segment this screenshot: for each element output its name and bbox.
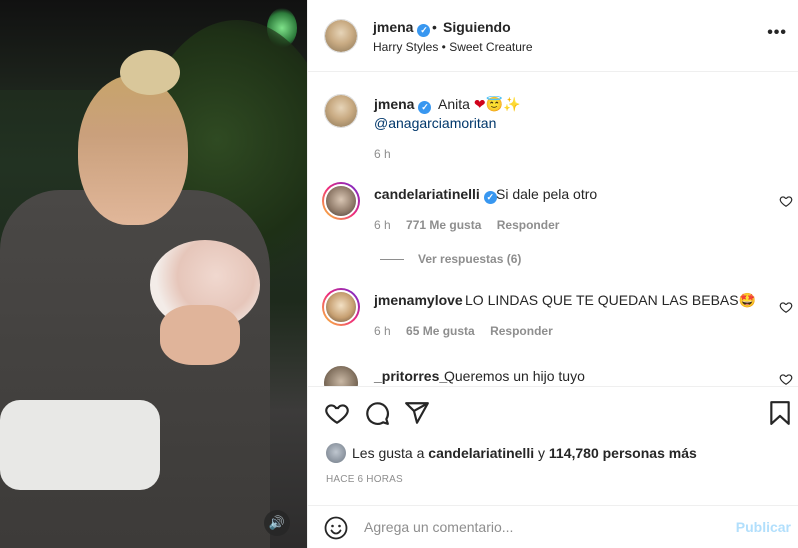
author-username[interactable]: jmena ✓ xyxy=(373,19,431,37)
comment-avatar[interactable] xyxy=(322,364,360,386)
comment-text: Si dale pela otro xyxy=(496,186,598,202)
reply-button[interactable]: Responder xyxy=(490,324,553,338)
audio-toggle-button[interactable]: 🔊 xyxy=(264,510,290,536)
liker-avatar[interactable] xyxy=(326,443,346,463)
emoji-icon[interactable] xyxy=(324,516,348,540)
comment-icon[interactable] xyxy=(364,400,390,426)
comments-list[interactable]: jmena ✓ Anita ❤😇✨ @anagarciamoritan 6 h c… xyxy=(308,72,798,386)
share-icon[interactable] xyxy=(404,400,430,426)
verified-badge-icon: ✓ xyxy=(483,191,497,204)
view-replies-button[interactable]: Ver respuestas (6) xyxy=(380,252,521,266)
author-avatar[interactable] xyxy=(324,19,358,53)
comment-username[interactable]: _pritorres_ xyxy=(374,368,447,384)
video-person-body xyxy=(0,190,270,548)
heart-outline-icon[interactable] xyxy=(779,300,793,314)
heart-outline-icon[interactable] xyxy=(779,372,793,386)
post-video[interactable]: 🔊 xyxy=(0,0,307,548)
liker-username[interactable]: candelariatinelli xyxy=(428,445,534,461)
post-comment-button[interactable]: Publicar xyxy=(736,519,791,535)
caption-mention-link[interactable]: @anagarciamoritan xyxy=(374,115,496,131)
comment-meta: 6 h 771 Me gusta Responder xyxy=(374,218,571,232)
verified-badge-icon: ✓ xyxy=(418,101,432,114)
post-header: jmena ✓ • Siguiendo Harry Styles • Sweet … xyxy=(308,0,798,72)
comment-time[interactable]: 6 h xyxy=(374,218,391,232)
comment-likes-count[interactable]: 771 Me gusta xyxy=(406,218,481,232)
post-panel: jmena ✓ • Siguiendo Harry Styles • Sweet … xyxy=(307,0,798,548)
comment-avatar[interactable] xyxy=(322,288,360,326)
caption-avatar[interactable] xyxy=(324,94,358,128)
comment-time[interactable]: 6 h xyxy=(374,324,391,338)
reply-button[interactable]: Responder xyxy=(497,218,560,232)
video-person-head xyxy=(78,75,188,225)
bookmark-icon[interactable] xyxy=(767,400,793,426)
caption-text: Anita ❤😇✨ xyxy=(438,96,521,112)
sparkles-emoji-icon: ✨ xyxy=(502,96,521,112)
post-actions xyxy=(308,386,798,438)
speaker-icon: 🔊 xyxy=(268,515,286,530)
comment-username[interactable]: candelariatinelli ✓ xyxy=(374,186,497,204)
caption-username[interactable]: jmena ✓ xyxy=(374,96,432,114)
add-comment-bar: Publicar xyxy=(308,505,798,548)
verified-badge-icon: ✓ xyxy=(417,24,431,37)
following-button[interactable]: Siguiendo xyxy=(443,19,511,35)
comment-meta: 6 h 65 Me gusta Responder xyxy=(374,324,565,338)
comment-text: Queremos un hijo tuyo xyxy=(444,368,585,384)
heart-outline-icon[interactable] xyxy=(779,194,793,208)
heart-icon[interactable] xyxy=(324,400,350,426)
video-hand xyxy=(160,305,240,365)
video-person-sleeve xyxy=(0,400,160,490)
music-info[interactable]: Harry Styles • Sweet Creature xyxy=(373,40,533,54)
more-options-icon[interactable]: ••• xyxy=(767,24,787,42)
comment-input[interactable] xyxy=(364,515,724,539)
post-timestamp[interactable]: HACE 6 HORAS xyxy=(326,474,403,485)
header-separator: • xyxy=(432,19,437,35)
likes-summary: Les gusta a candelariatinelli y 114,780 … xyxy=(326,443,697,463)
halo-face-emoji-icon: 😇 xyxy=(485,96,503,112)
caption-time[interactable]: 6 h xyxy=(374,147,391,161)
red-heart-emoji-icon: ❤ xyxy=(473,96,486,112)
replies-divider-line xyxy=(380,259,404,261)
comment-text: LO LINDAS QUE TE QUEDAN LAS BEBAS🤩 xyxy=(465,292,757,308)
comment-avatar[interactable] xyxy=(322,182,360,220)
likes-count-link[interactable]: 114,780 personas más xyxy=(549,445,697,461)
comment-username[interactable]: jmenamylove xyxy=(374,292,463,308)
comment-likes-count[interactable]: 65 Me gusta xyxy=(406,324,475,338)
video-person-hair xyxy=(120,50,180,95)
star-struck-emoji-icon: 🤩 xyxy=(738,292,757,308)
